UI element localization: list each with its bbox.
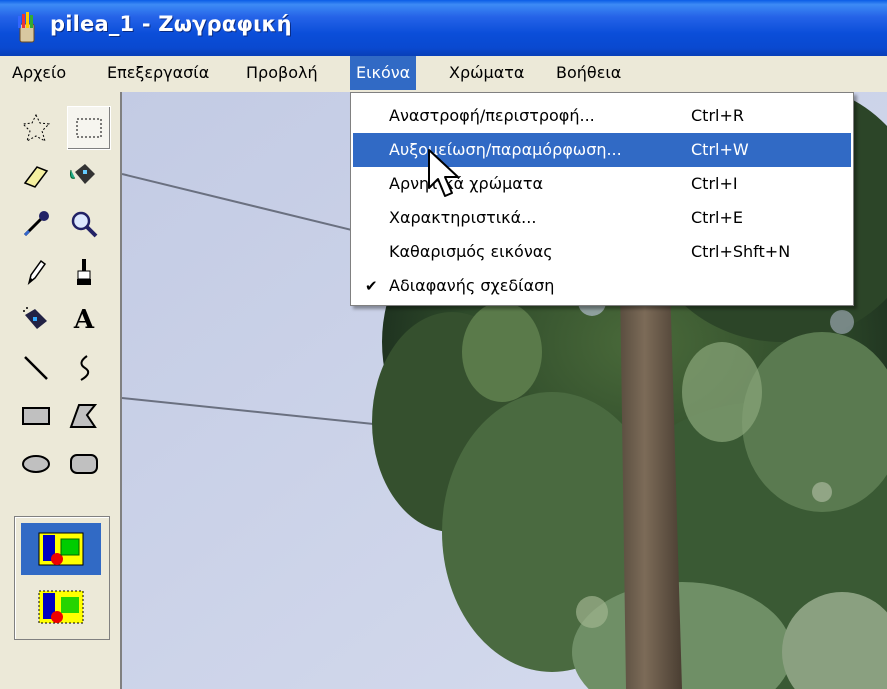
rect-select-tool[interactable] <box>67 106 111 150</box>
line-tool[interactable] <box>14 346 58 390</box>
menu-item-shortcut: Ctrl+R <box>691 106 744 125</box>
menu-item-shortcut: Ctrl+Shft+N <box>691 242 791 261</box>
ellipse-tool[interactable] <box>14 442 58 486</box>
text-tool[interactable]: A <box>62 298 106 342</box>
polygon-icon <box>69 404 98 428</box>
eraser-icon <box>23 166 49 188</box>
menu-item-flip-rotate[interactable]: Αναστροφή/περιστροφή... Ctrl+R <box>353 99 851 133</box>
rounded-rectangle-tool[interactable] <box>62 442 106 486</box>
menu-item-clear-image[interactable]: Καθαρισμός εικόνας Ctrl+Shft+N <box>353 235 851 269</box>
rect-select-icon <box>76 118 102 138</box>
line-icon <box>24 356 48 380</box>
menu-view[interactable]: Προβολή <box>240 56 324 90</box>
checkmark-icon: ✔ <box>365 277 378 295</box>
image-menu-dropdown: Αναστροφή/περιστροφή... Ctrl+R Αυξομείωσ… <box>350 92 854 306</box>
menu-item-label: Αδιαφανής σχεδίαση <box>389 276 555 295</box>
window-title: pilea_1 - Ζωγραφική <box>50 12 292 36</box>
menu-item-label: Αυξομείωση/παραμόρφωση... <box>389 140 622 159</box>
opaque-selection-icon <box>38 532 84 566</box>
menu-edit[interactable]: Επεξεργασία <box>101 56 215 90</box>
color-picker-icon <box>23 211 49 237</box>
title-bar[interactable]: pilea_1 - Ζωγραφική <box>0 0 887 56</box>
free-form-select-tool[interactable] <box>14 106 58 150</box>
airbrush-icon <box>23 307 47 329</box>
color-picker-tool[interactable] <box>14 202 58 246</box>
rectangle-tool[interactable] <box>14 394 58 438</box>
airbrush-tool[interactable] <box>14 298 58 342</box>
ellipse-icon <box>22 455 50 473</box>
menu-item-shortcut: Ctrl+E <box>691 208 743 227</box>
menu-help[interactable]: Βοήθεια <box>550 56 627 90</box>
transparent-selection-option[interactable] <box>21 581 101 633</box>
menu-file[interactable]: Αρχείο <box>6 56 72 90</box>
free-form-select-icon <box>21 113 51 143</box>
curve-icon <box>80 355 90 381</box>
menu-item-draw-opaque[interactable]: ✔ Αδιαφανής σχεδίαση <box>353 269 851 303</box>
menu-bar: Αρχείο Επεξεργασία Προβολή Εικόνα Χρώματ… <box>0 56 887 92</box>
menu-item-shortcut: Ctrl+I <box>691 174 738 193</box>
magnifier-tool[interactable] <box>62 202 106 246</box>
tool-options-box <box>14 516 110 640</box>
pencil-tool[interactable] <box>14 250 58 294</box>
fill-bucket-icon <box>70 164 95 184</box>
mouse-cursor-icon <box>428 149 459 197</box>
curve-tool[interactable] <box>62 346 106 390</box>
pencil-icon <box>27 259 47 286</box>
text-tool-icon: A <box>73 305 95 335</box>
polygon-tool[interactable] <box>62 394 106 438</box>
menu-colors[interactable]: Χρώματα <box>443 56 530 90</box>
eraser-tool[interactable] <box>14 154 58 198</box>
magnifier-icon <box>71 211 98 238</box>
menu-item-label: Χαρακτηριστικά... <box>389 208 537 227</box>
menu-item-label: Αναστροφή/περιστροφή... <box>389 106 595 125</box>
menu-item-label: Καθαρισμός εικόνας <box>389 242 553 261</box>
menu-image[interactable]: Εικόνα <box>350 56 417 90</box>
brush-tool[interactable] <box>62 250 106 294</box>
fill-bucket-tool[interactable] <box>62 154 106 198</box>
rounded-rectangle-icon <box>70 454 98 474</box>
brush-icon <box>77 259 91 285</box>
rectangle-icon <box>22 407 50 425</box>
paint-app-icon <box>18 12 35 43</box>
menu-item-shortcut: Ctrl+W <box>691 140 749 159</box>
opaque-selection-option[interactable] <box>21 523 101 575</box>
transparent-selection-icon <box>38 590 84 624</box>
menu-item-attributes[interactable]: Χαρακτηριστικά... Ctrl+E <box>353 201 851 235</box>
